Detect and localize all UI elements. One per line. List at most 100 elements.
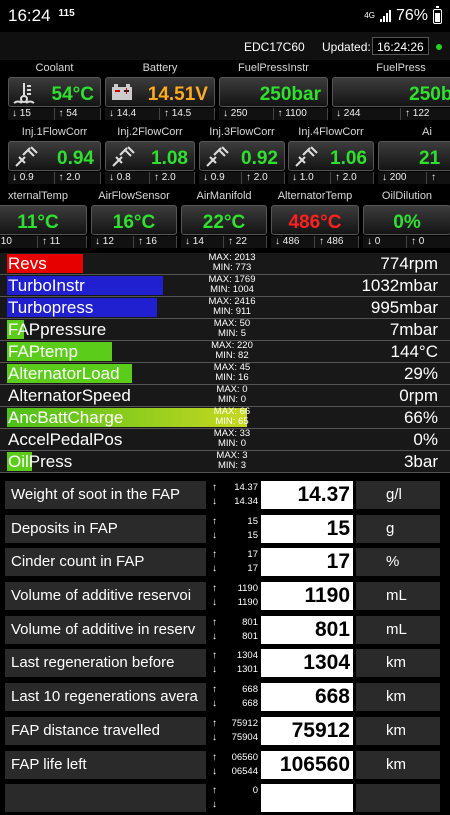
bar-row-turbopress[interactable]: Turbopress MAX: 2416 MIN: 911 995mbar	[0, 297, 450, 319]
table-row[interactable]: Volume of additive reservoi ↑ 1190 ↓ 1190 119…	[0, 579, 450, 613]
row-max-value: 06560	[231, 751, 258, 763]
gauge-max-value: 16	[145, 236, 157, 247]
gauge-inj-1flowcorr[interactable]: Inj.1FlowCorr 0.94 ↓ 0.9 ↑ 2.0	[7, 124, 102, 186]
gauge-fuelpress[interactable]: FuelPress 250ba ↓ 244↑ 122	[331, 60, 450, 122]
gauge-min-max: ↓ 14 ↑ 22	[181, 236, 267, 248]
table-row[interactable]: Last 10 regenerations avera ↑ 668 ↓ 668 668 km	[0, 680, 450, 714]
gauge-max-value: 2.0	[253, 172, 268, 183]
gauge-inj-3flowcorr[interactable]: Inj.3FlowCorr 0.92 ↓ 0.9 ↑ 2.0	[198, 124, 286, 186]
bar-row-faptemp[interactable]: FAPtemp MAX: 220 MIN: 82 144°C	[0, 341, 450, 363]
bar-row-fappressure[interactable]: FAPpressure MAX: 50 MIN: 5 7mbar	[0, 319, 450, 341]
table-row[interactable]: Cinder count in FAP ↑ 17 ↓ 17 17%	[0, 545, 450, 580]
updated-label: Updated:	[322, 40, 371, 54]
bar-row-alternatorload[interactable]: AlternatorLoad MAX: 45 MIN: 16 29%	[0, 363, 450, 385]
gauge-min-max: ↓ 1.0 ↑ 2.0	[288, 172, 374, 184]
arrow-down-icon: ↓	[212, 597, 217, 609]
battery-percent: 76%	[395, 7, 428, 24]
row-value: 17	[261, 548, 353, 577]
row-max: ↑ 801	[208, 616, 260, 630]
row-value: 15	[261, 514, 353, 543]
row-min: ↓ 06544	[208, 765, 260, 779]
gauge-max: ↑ 2.0	[242, 172, 285, 184]
bar-value: 995mbar	[370, 298, 438, 317]
gauge-value: 486°C	[288, 212, 342, 233]
row-min: ↓ 14.34	[208, 495, 260, 509]
gauge-row-temperatures: xternalTemp 11°C ↓ 10↑ 11 AirFlowSensor 16°C…	[0, 188, 450, 250]
injector-icon	[293, 145, 319, 174]
bar-min-max: MAX: 33 MIN: 0	[192, 429, 272, 449]
row-min-value: 06544	[231, 765, 258, 777]
gauge-value-box: 54°C	[8, 77, 101, 107]
bar-row-ancbattcharge[interactable]: AncBattCharge MAX: 66 MIN: 65 66%	[0, 407, 450, 429]
gauge-min-value: 244	[343, 108, 361, 119]
gauge-value: 1.06	[330, 148, 367, 169]
bar-row-alternatorspeed[interactable]: AlternatorSpeed MAX: 0 MIN: 0 0rpm	[0, 385, 450, 407]
table-row[interactable]: Weight of soot in the FAP ↑ 14.37 ↓ 14.34 14.…	[0, 478, 450, 512]
arrow-up-icon: ↑	[212, 717, 217, 729]
bar-min-max: MAX: 45 MIN: 16	[192, 363, 272, 383]
bar-row-revs[interactable]: Revs MAX: 2013 MIN: 773 774rpm	[0, 253, 450, 275]
gauge-max: ↑ 2.0	[55, 172, 101, 184]
bar-min: MIN: 773	[212, 262, 252, 273]
table-row[interactable]: FAP life left ↑ 06560 ↓ 06544 106560 km	[0, 747, 450, 782]
gauge-max-value: 14.5	[171, 108, 192, 119]
row-label: FAP distance travelled	[5, 716, 206, 745]
gauge-value-box: 486°C	[271, 205, 359, 235]
gauge-inj-2flowcorr[interactable]: Inj.2FlowCorr 1.08 ↓ 0.8 ↑ 2.0	[104, 124, 196, 186]
gauge-value: 54°C	[51, 84, 94, 105]
row-max-value: 17	[247, 549, 258, 561]
gauge-max: ↑ 2.0	[331, 172, 374, 184]
row-min-value: 14.34	[234, 496, 258, 507]
gauge-inj-4flowcorr[interactable]: Inj.4FlowCorr 1.06 ↓ 1.0 ↑ 2.0	[287, 124, 375, 186]
gauge-min-value: 486	[282, 236, 300, 247]
gauge-max: ↑ 0	[407, 236, 450, 248]
bar-row-oilpress[interactable]: OilPress MAX: 3 MIN: 3 3bar	[0, 451, 450, 473]
table-row[interactable]: Last regeneration before ↑ 1304 ↓ 1301 1304 km	[0, 646, 450, 681]
gauge-min: ↓ 244	[332, 108, 401, 120]
gauge-value-box: 14.51V	[105, 77, 215, 107]
row-min-max: ↑ 17 ↓ 17	[208, 548, 260, 576]
arrow-down-icon: ↓	[212, 698, 217, 710]
gauge-airflowsensor[interactable]: AirFlowSensor 16°C ↓ 12 ↑ 16	[90, 188, 178, 250]
row-label: Deposits in FAP	[5, 514, 206, 543]
gauge-fuelpressinstr[interactable]: FuelPressInstr 250bar ↓ 250 ↑ 1100	[218, 60, 329, 122]
gauge-min-value: 1.0	[299, 172, 314, 183]
gauge-label: Battery	[142, 62, 178, 74]
row-label: Last regeneration before	[5, 649, 206, 678]
bar-min: MIN: 0	[218, 438, 246, 449]
bar-min: MIN: 82	[215, 350, 249, 361]
gauge-xternaltemp[interactable]: xternalTemp 11°C ↓ 10↑ 11	[0, 188, 88, 250]
row-max-value: 75912	[231, 717, 258, 729]
row-min-max: ↑ 801 ↓ 801	[208, 616, 260, 644]
row-max: ↑ 15	[208, 515, 260, 529]
bar-row-accelpedalpos[interactable]: AccelPedalPos MAX: 33 MIN: 0 0%	[0, 429, 450, 451]
gauge-row-engine: Coolant 54°C ↓ 15 ↑ 54 Battery 14.51V ↓ 14.4 ↑ …	[0, 60, 450, 122]
gauge-airmanifold[interactable]: AirManifold 22°C ↓ 14 ↑ 22	[180, 188, 268, 250]
table-row[interactable]: FAP distance travelled ↑ 75912 ↓ 75904 75912 k…	[0, 713, 450, 748]
gauge-value: 0.94	[57, 148, 94, 169]
gauge-alternatortemp[interactable]: AlternatorTemp 486°C ↓ 486 ↑ 486	[270, 188, 360, 250]
gauge-battery[interactable]: Battery 14.51V ↓ 14.4 ↑ 14.5	[104, 60, 216, 122]
row-label: Volume of additive reservoi	[5, 582, 206, 611]
gauge-min-value: 200	[389, 172, 407, 183]
table-row[interactable]: ↑ 0 ↓	[0, 781, 450, 815]
gauge-min-max: ↓ 244 ↑ 122	[332, 108, 450, 120]
arrow-down-icon: ↓	[212, 496, 217, 507]
gauge-max: ↑ 22	[224, 236, 267, 248]
bar-min: MIN: 1004	[210, 284, 254, 295]
gauge-ai[interactable]: Ai 21 ↓ 200 ↑	[377, 124, 450, 186]
gauge-oildilution[interactable]: OilDilution 0% ↓ 0 ↑ 0	[362, 188, 450, 250]
table-row[interactable]: Volume of additive in reserv ↑ 801 ↓ 801 801 m…	[0, 612, 450, 647]
bar-row-turboinstr[interactable]: TurboInstr MAX: 1769 MIN: 1004 1032mbar	[0, 275, 450, 297]
gauge-min-value: 10	[0, 236, 12, 247]
gauge-min-value: 250	[230, 108, 248, 119]
gauge-min: ↓ 0.9	[199, 172, 242, 184]
row-min: ↓ 17	[208, 562, 260, 576]
ecu-name: EDC17C60	[244, 40, 305, 54]
gauge-coolant[interactable]: Coolant 54°C ↓ 15 ↑ 54	[7, 60, 102, 122]
bar-value: 66%	[403, 408, 438, 427]
table-row[interactable]: Deposits in FAP ↑ 15 ↓ 15 15 g	[0, 511, 450, 546]
gauge-label: AirManifold	[196, 190, 252, 202]
arrow-up-icon: ↑	[212, 549, 217, 561]
row-unit	[356, 784, 440, 813]
